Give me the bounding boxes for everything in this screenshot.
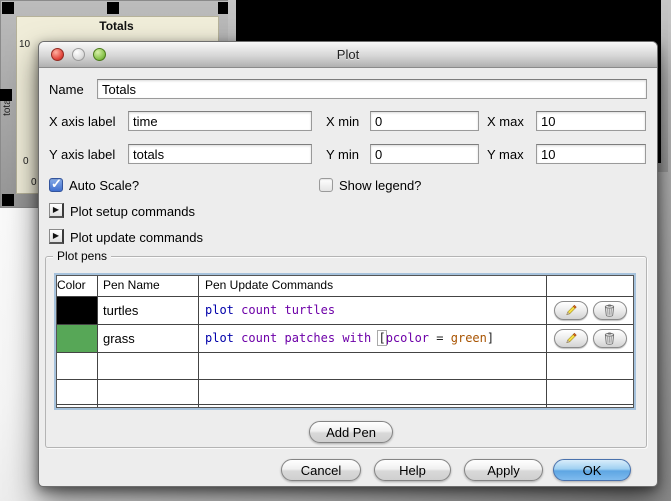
pens-column-header: Pen Update Commands: [199, 276, 547, 296]
edit-pen-button[interactable]: [553, 329, 588, 348]
cancel-button[interactable]: Cancel: [281, 459, 361, 481]
empty-pen-row[interactable]: [57, 405, 633, 407]
x-axis-label-label: X axis label: [49, 114, 116, 129]
add-pen-button[interactable]: Add Pen: [309, 421, 393, 443]
x-min-input[interactable]: [370, 111, 479, 131]
plot-x-min-tick: 0: [31, 177, 37, 188]
plot-setup-commands-label: Plot setup commands: [70, 204, 196, 219]
selection-handle[interactable]: [0, 89, 12, 101]
x-min-label: X min: [326, 114, 360, 129]
close-button[interactable]: [51, 48, 64, 61]
y-max-label: Y max: [487, 147, 524, 162]
pencil-icon: [566, 304, 577, 316]
delete-pen-button[interactable]: [592, 329, 627, 348]
pen-color-swatch[interactable]: [57, 297, 97, 324]
dialog-titlebar[interactable]: Plot: [39, 42, 657, 68]
empty-cell: [98, 405, 199, 407]
plot-update-commands-label: Plot update commands: [70, 230, 203, 245]
plot-y-min-tick: 0: [23, 156, 29, 167]
code-token: patches: [284, 331, 336, 345]
empty-cell: [57, 353, 98, 379]
y-axis-label-label: Y axis label: [49, 147, 116, 162]
y-min-input[interactable]: [370, 144, 479, 164]
screen: Totals 10 totals 0 0 Plot Name X axis la…: [0, 0, 671, 501]
plot-widget-title: Totals: [99, 19, 134, 33]
empty-cell: [547, 353, 633, 379]
pens-column-header: Color: [57, 276, 98, 296]
pencil-icon: [566, 332, 577, 344]
pen-row[interactable]: turtles plot count turtles: [57, 297, 633, 325]
name-input[interactable]: [97, 79, 647, 99]
empty-cell: [199, 380, 547, 404]
code-token: plot: [205, 303, 234, 317]
help-button[interactable]: Help: [374, 459, 451, 481]
code-token: ]: [486, 331, 495, 345]
pens-column-header: [547, 276, 633, 296]
pen-name-cell[interactable]: turtles: [98, 297, 199, 324]
empty-cell: [199, 353, 547, 379]
plot-pens-group: Plot pens Color Pen Name Pen Update Comman…: [45, 249, 647, 448]
dialog-title: Plot: [336, 47, 360, 62]
selection-handle[interactable]: [2, 194, 14, 206]
plot-y-max-tick: 10: [19, 39, 31, 50]
y-axis-label-input[interactable]: [128, 144, 312, 164]
empty-cell: [98, 380, 199, 404]
show-legend-label: Show legend?: [339, 178, 422, 193]
selection-handle[interactable]: [107, 2, 119, 14]
auto-scale-checkbox[interactable]: [49, 176, 63, 192]
delete-pen-button[interactable]: [592, 301, 627, 320]
pen-color-swatch[interactable]: [57, 325, 97, 352]
code-token: =: [436, 331, 444, 345]
x-max-label: X max: [487, 114, 524, 129]
empty-cell: [98, 353, 199, 379]
code-token: green: [450, 331, 487, 345]
apply-button[interactable]: Apply: [464, 459, 543, 481]
trash-icon: [604, 304, 615, 317]
code-token: pcolor: [385, 331, 430, 345]
empty-cell: [57, 405, 98, 407]
pen-update-command-cell[interactable]: plot count turtles: [199, 297, 547, 324]
selection-handle[interactable]: [2, 2, 14, 14]
plot-pens-group-label: Plot pens: [53, 249, 112, 263]
empty-cell: [57, 380, 98, 404]
plot-update-disclosure-button[interactable]: [49, 229, 64, 244]
empty-cell: [199, 405, 547, 407]
empty-cell: [547, 380, 633, 404]
plot-dialog: Plot Name X axis label X min X max Y axi…: [38, 41, 658, 487]
minimize-button[interactable]: [72, 48, 85, 61]
zoom-button[interactable]: [93, 48, 106, 61]
code-token: [: [377, 330, 387, 346]
code-token: count: [241, 331, 278, 345]
code-token: count: [241, 303, 278, 317]
empty-pen-row[interactable]: [57, 380, 633, 405]
pens-grid: Color Pen Name Pen Update Commands turtles…: [56, 275, 634, 408]
trash-icon: [604, 332, 615, 345]
empty-pen-row[interactable]: [57, 353, 633, 380]
empty-cell: [547, 405, 633, 407]
show-legend-checkbox[interactable]: [319, 178, 333, 192]
code-token: turtles: [284, 303, 336, 317]
code-token: with: [342, 331, 372, 345]
ok-button[interactable]: OK: [553, 459, 631, 481]
x-axis-label-input[interactable]: [128, 111, 312, 131]
x-max-input[interactable]: [536, 111, 646, 131]
pen-row[interactable]: grass plot count patches with [pcolor = g…: [57, 325, 633, 353]
pens-table-header: Color Pen Name Pen Update Commands: [57, 276, 633, 297]
name-label: Name: [49, 82, 84, 97]
y-max-input[interactable]: [536, 144, 646, 164]
pen-name-cell[interactable]: grass: [98, 325, 199, 352]
plot-setup-disclosure-button[interactable]: [49, 203, 64, 218]
y-min-label: Y min: [326, 147, 359, 162]
code-token: plot: [205, 331, 234, 345]
pens-table: Color Pen Name Pen Update Commands turtles…: [54, 273, 636, 410]
pens-column-header: Pen Name: [98, 276, 199, 296]
auto-scale-label: Auto Scale?: [69, 178, 140, 193]
pen-update-command-cell[interactable]: plot count patches with [pcolor = green]: [199, 325, 547, 352]
edit-pen-button[interactable]: [553, 301, 588, 320]
